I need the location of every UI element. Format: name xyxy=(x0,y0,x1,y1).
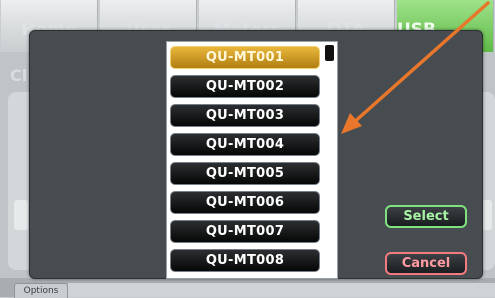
orange-pointer-arrow-icon xyxy=(341,1,490,134)
